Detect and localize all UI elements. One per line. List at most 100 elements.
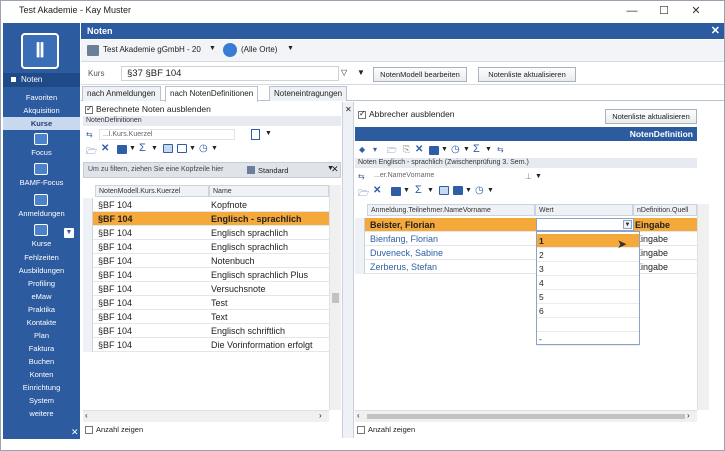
kurs-menu-icon[interactable]: ▼ xyxy=(357,68,365,77)
nav-item-praktika[interactable]: Praktika xyxy=(3,303,80,316)
nav-item-kurse-2[interactable]: Kurse xyxy=(3,237,80,250)
filter-toggle-icon[interactable]: ⇆ xyxy=(86,130,93,139)
right-history-2-dropdown-icon[interactable]: ▼ xyxy=(487,187,494,194)
right-export-2-dropdown-icon[interactable]: ▼ xyxy=(403,187,410,194)
right-sum-2-dropdown-icon[interactable]: ▼ xyxy=(427,187,434,194)
right-history-dropdown-icon[interactable]: ▼ xyxy=(463,146,470,153)
checkbox-icon[interactable] xyxy=(357,426,365,435)
right-horizontal-scrollbar[interactable]: ‹ › xyxy=(355,410,697,422)
panel-splitter[interactable]: ✕ xyxy=(342,102,354,438)
delete-icon[interactable]: ✕ xyxy=(101,143,109,154)
sum-dropdown-icon[interactable]: ▼ xyxy=(151,145,158,152)
org-dropdown-icon[interactable]: ▼ xyxy=(209,45,216,52)
table-row[interactable]: §BF 104 Text xyxy=(83,310,329,324)
tab-nach-anmeldungen[interactable]: nach Anmeldungen xyxy=(82,86,161,101)
row-indicator[interactable] xyxy=(83,324,93,338)
show-count-checkbox[interactable]: Anzahl zeigen xyxy=(85,425,143,435)
right-history-icon[interactable]: ◷ xyxy=(451,144,460,155)
nav-item-buchen[interactable]: Buchen xyxy=(3,355,80,368)
nav-item-focus[interactable]: Focus xyxy=(3,146,80,159)
attachment-icon[interactable]: ⎘ xyxy=(403,144,410,155)
dropdown-option[interactable] xyxy=(537,318,639,332)
right-sum-icon[interactable]: Σ xyxy=(473,143,480,155)
row-indicator[interactable] xyxy=(83,240,93,254)
right-scroll-right-icon[interactable]: › xyxy=(687,411,690,420)
scroll-thumb[interactable] xyxy=(332,293,339,303)
location-dropdown-icon[interactable]: ▼ xyxy=(287,45,294,52)
table-row[interactable]: §BF 104 Notenbuch xyxy=(83,254,329,268)
column-header-wert[interactable]: Wert xyxy=(535,204,633,216)
groupby-bar[interactable]: Um zu filtern, ziehen Sie eine Kopfzeile… xyxy=(83,162,341,178)
table-row[interactable]: §BF 104 Englisch sprachlich xyxy=(83,240,329,254)
excel-export-icon[interactable] xyxy=(117,145,127,154)
table-row[interactable]: §BF 104 Englisch - sprachlich xyxy=(83,212,329,226)
scroll-left-icon[interactable]: ‹ xyxy=(85,411,88,420)
column-header-name[interactable]: Name xyxy=(209,185,329,197)
move-down-icon[interactable]: ▾ xyxy=(373,145,377,154)
left-vertical-scrollbar[interactable] xyxy=(329,185,341,410)
right-history-2-icon[interactable]: ◷ xyxy=(475,185,484,196)
nav-item-anmeldungen[interactable]: Anmeldungen xyxy=(3,207,80,220)
nav-item-profiling[interactable]: Profiling xyxy=(3,277,80,290)
dropdown-option[interactable]: 4 xyxy=(537,276,639,290)
right-delete-icon[interactable]: ✕ xyxy=(415,144,423,155)
close-module-icon[interactable]: ✕ xyxy=(711,23,720,39)
right-grid-layout-icon[interactable] xyxy=(439,186,449,195)
grid-layout-icon[interactable] xyxy=(163,144,173,153)
nav-active-section[interactable]: Noten xyxy=(3,73,80,87)
new-dropdown-icon[interactable]: ▼ xyxy=(265,130,272,137)
table-row[interactable]: Duveneck, Sabine Eingabe xyxy=(355,246,697,260)
export-dropdown-icon[interactable]: ▼ xyxy=(129,145,136,152)
right-show-count-checkbox[interactable]: Anzahl zeigen xyxy=(357,425,415,435)
table-row[interactable]: §BF 104 Englisch schriftlich xyxy=(83,324,329,338)
layout-select[interactable]: Standard xyxy=(258,166,288,175)
right-delete-2-icon[interactable]: ✕ xyxy=(373,185,381,196)
sum-icon[interactable]: Σ xyxy=(139,142,146,154)
nav-item-weitere[interactable]: weitere xyxy=(3,407,80,420)
row-indicator[interactable] xyxy=(83,226,93,240)
nav-item-bamf-focus[interactable]: BAMF-Focus xyxy=(3,176,80,189)
right-excel-2-icon[interactable] xyxy=(391,187,401,196)
pin-dropdown-icon[interactable]: ▼ xyxy=(535,173,542,180)
kurs-dropdown-icon[interactable]: ▽ xyxy=(341,68,347,77)
column-header-name-vorname[interactable]: Anmeldung.Teilnehmer.NameVorname xyxy=(367,204,535,216)
right-sum-dropdown-icon[interactable]: ▼ xyxy=(485,146,492,153)
nav-item-fehlzeiten[interactable]: Fehlzeiten xyxy=(3,251,80,264)
row-indicator[interactable] xyxy=(83,282,93,296)
notenmodell-bearbeiten-button[interactable]: NotenModell bearbeiten xyxy=(373,67,467,82)
row-indicator[interactable] xyxy=(83,268,93,282)
right-form-layout-icon[interactable] xyxy=(453,186,463,195)
table-row[interactable]: §BF 104 Englisch sprachlich Plus xyxy=(83,268,329,282)
pin-icon[interactable]: ⊥ xyxy=(525,172,532,181)
form-layout-icon[interactable] xyxy=(177,144,187,153)
table-row[interactable]: §BF 104 Kopfnote xyxy=(83,198,329,212)
dropdown-option[interactable]: 6 xyxy=(537,304,639,318)
left-horizontal-scrollbar[interactable]: ‹ › xyxy=(83,410,329,422)
column-header-kurs[interactable]: NotenModell.Kurs.Kuerzel xyxy=(95,185,209,197)
nav-item-akquisition[interactable]: Akquisition xyxy=(3,104,80,117)
new-document-icon[interactable] xyxy=(251,129,260,140)
right-filter-input[interactable]: ...er.NameVorname xyxy=(371,171,501,182)
org-select[interactable]: Test Akademie gGmbH - 20 xyxy=(103,45,201,54)
sidebar-close-icon[interactable]: ✕ xyxy=(71,427,79,438)
right-scroll-thumb[interactable] xyxy=(367,414,685,419)
dropdown-option[interactable]: 3 xyxy=(537,262,639,276)
panel-close-icon[interactable]: ✕ xyxy=(331,164,339,175)
row-indicator[interactable] xyxy=(83,254,93,268)
row-indicator[interactable] xyxy=(83,212,93,226)
table-row[interactable]: §BF 104 Englisch sprachlich xyxy=(83,226,329,240)
wert-dropdown-icon[interactable]: ▼ xyxy=(623,220,632,229)
right-notenliste-aktualisieren-button[interactable]: Notenliste aktualisieren xyxy=(605,109,697,124)
right-filter-toggle-icon[interactable]: ⇆ xyxy=(497,145,504,154)
dropdown-option[interactable]: 5 xyxy=(537,290,639,304)
hide-dropouts-checkbox[interactable]: Abbrecher ausblenden xyxy=(358,109,455,119)
checkbox-icon[interactable] xyxy=(85,426,93,435)
right-export-dropdown-icon[interactable]: ▼ xyxy=(441,146,448,153)
nav-item-emaw[interactable]: eMaw xyxy=(3,290,80,303)
wert-combo-input[interactable]: ▼ xyxy=(536,218,634,231)
kurs-input[interactable]: §37 §BF 104 xyxy=(121,66,339,81)
right-filter-icon[interactable]: ⇆ xyxy=(358,172,365,181)
nav-item-konten[interactable]: Konten xyxy=(3,368,80,381)
table-row[interactable]: Zerberus, Stefan Eingabe xyxy=(355,260,697,274)
row-indicator[interactable] xyxy=(355,232,365,246)
